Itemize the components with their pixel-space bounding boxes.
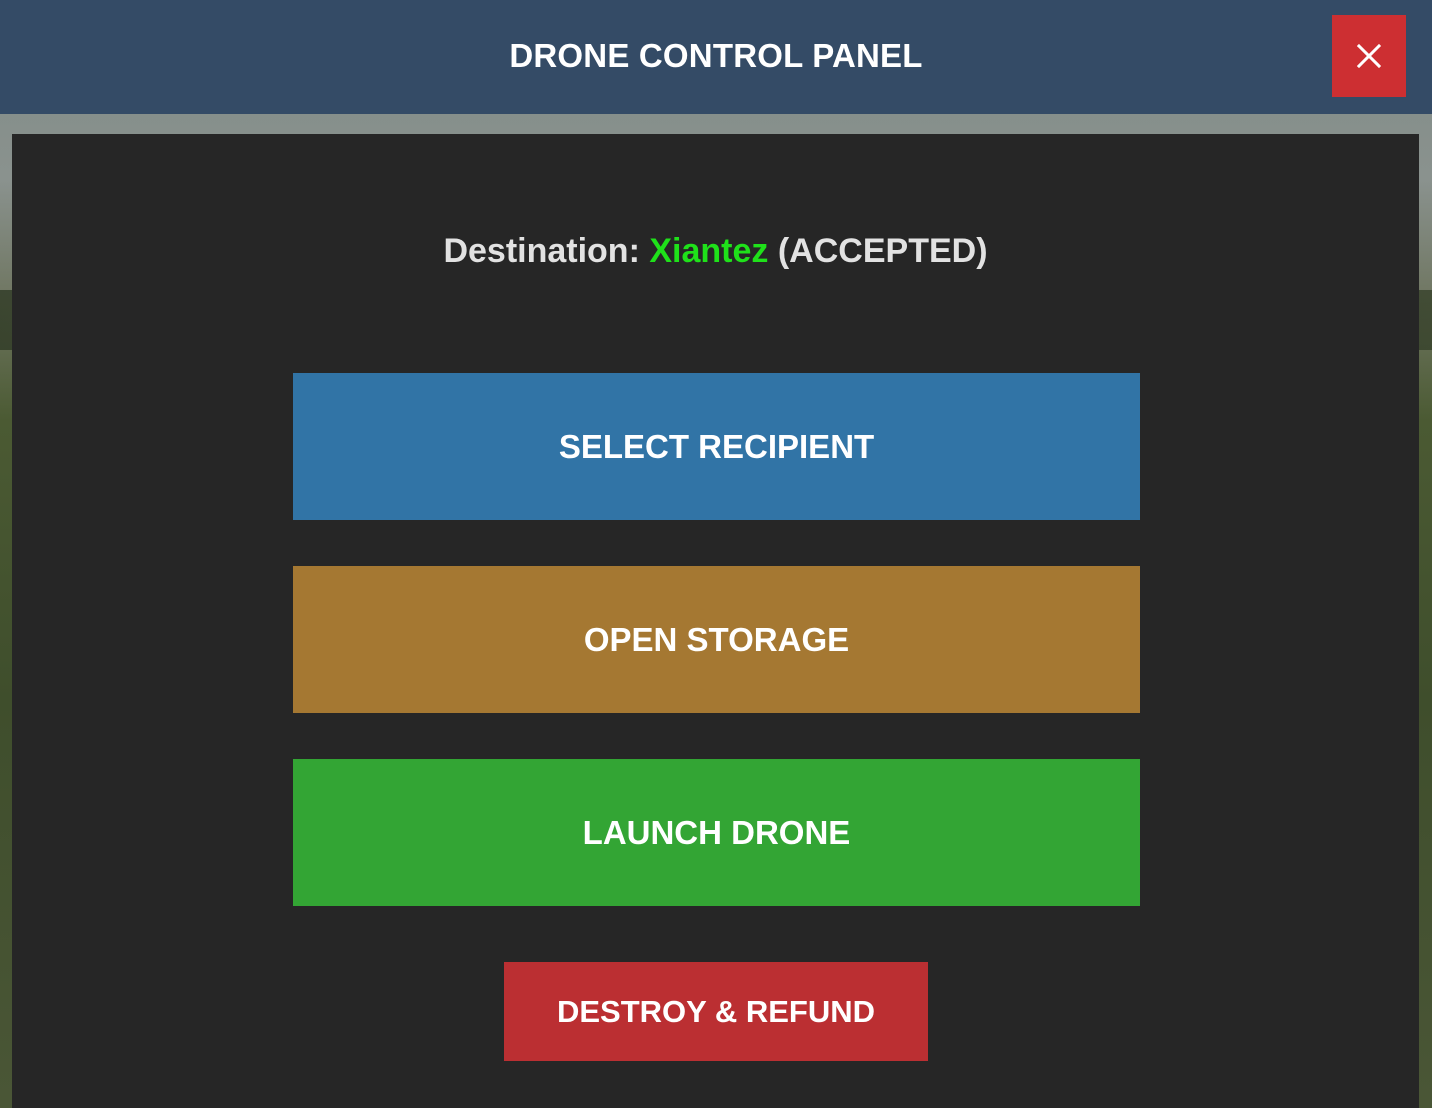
panel-header: DRONE CONTROL PANEL: [0, 0, 1432, 114]
close-icon: [1357, 44, 1381, 68]
select-recipient-button[interactable]: SELECT RECIPIENT: [293, 373, 1140, 520]
destroy-refund-button[interactable]: DESTROY & REFUND: [504, 962, 928, 1061]
destination-status: (ACCEPTED): [777, 232, 988, 270]
open-storage-label: OPEN STORAGE: [583, 620, 850, 658]
control-panel-body: Destination: Xiantez (ACCEPTED) SELECT R…: [12, 134, 1419, 1108]
destination-line: Destination: Xiantez (ACCEPTED): [12, 232, 1419, 271]
select-recipient-label: SELECT RECIPIENT: [558, 427, 875, 465]
destination-name: Xiantez: [649, 232, 769, 270]
open-storage-button[interactable]: OPEN STORAGE: [293, 566, 1140, 713]
destroy-refund-label: DESTROY & REFUND: [556, 993, 876, 1029]
panel-title: DRONE CONTROL PANEL: [509, 37, 923, 74]
launch-drone-button[interactable]: LAUNCH DRONE: [293, 759, 1140, 906]
destination-label: Destination:: [443, 232, 640, 270]
launch-drone-label: LAUNCH DRONE: [582, 813, 851, 851]
close-button[interactable]: [1332, 15, 1406, 97]
